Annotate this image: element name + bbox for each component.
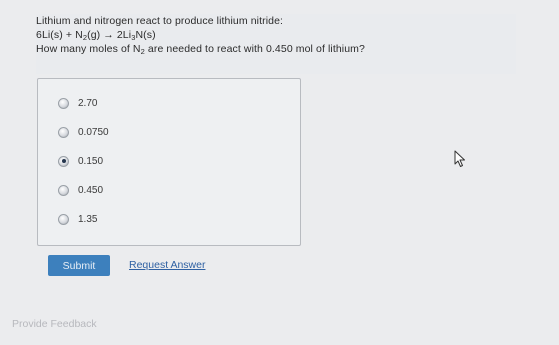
prompt-part: are needed to react with 0.450 mol of li… — [144, 43, 365, 55]
radio-button[interactable] — [58, 155, 69, 167]
provide-feedback-link[interactable]: Provide Feedback — [12, 318, 97, 330]
chemical-equation: 6Li(s) + N2(g) → 2Li3N(s) — [36, 28, 516, 42]
choice-label: 0.0750 — [78, 126, 109, 138]
choice-option[interactable]: 0.450 — [58, 183, 103, 197]
radio-button[interactable] — [58, 184, 69, 196]
choice-option[interactable]: 0.0750 — [58, 125, 109, 139]
prompt-part: How many moles of N — [36, 43, 141, 55]
choice-option[interactable]: 0.150 — [58, 154, 103, 168]
choice-label: 2.70 — [78, 97, 98, 109]
question-line: Lithium and nitrogen react to produce li… — [36, 15, 284, 27]
answer-choices: 2.70 0.0750 0.150 0.450 1.35 — [37, 78, 301, 246]
mouse-cursor-icon — [454, 150, 465, 167]
radio-button[interactable] — [58, 126, 69, 138]
request-answer-link[interactable]: Request Answer — [129, 259, 205, 271]
equation-part: 6Li(s) + N — [36, 29, 83, 41]
radio-button[interactable] — [58, 97, 69, 109]
radio-button[interactable] — [58, 213, 69, 225]
equation-part: (g) → 2Li — [87, 29, 132, 41]
choice-option[interactable]: 2.70 — [58, 96, 97, 110]
question-prompt: How many moles of N2 are needed to react… — [36, 42, 516, 56]
equation-part: N(s) — [135, 29, 156, 41]
question-text: Lithium and nitrogen react to produce li… — [36, 14, 516, 74]
choice-option[interactable]: 1.35 — [58, 212, 97, 226]
submit-button[interactable]: Submit — [48, 255, 110, 276]
choice-label: 1.35 — [78, 213, 98, 225]
choice-label: 0.450 — [78, 184, 104, 196]
choice-label: 0.150 — [78, 155, 104, 167]
